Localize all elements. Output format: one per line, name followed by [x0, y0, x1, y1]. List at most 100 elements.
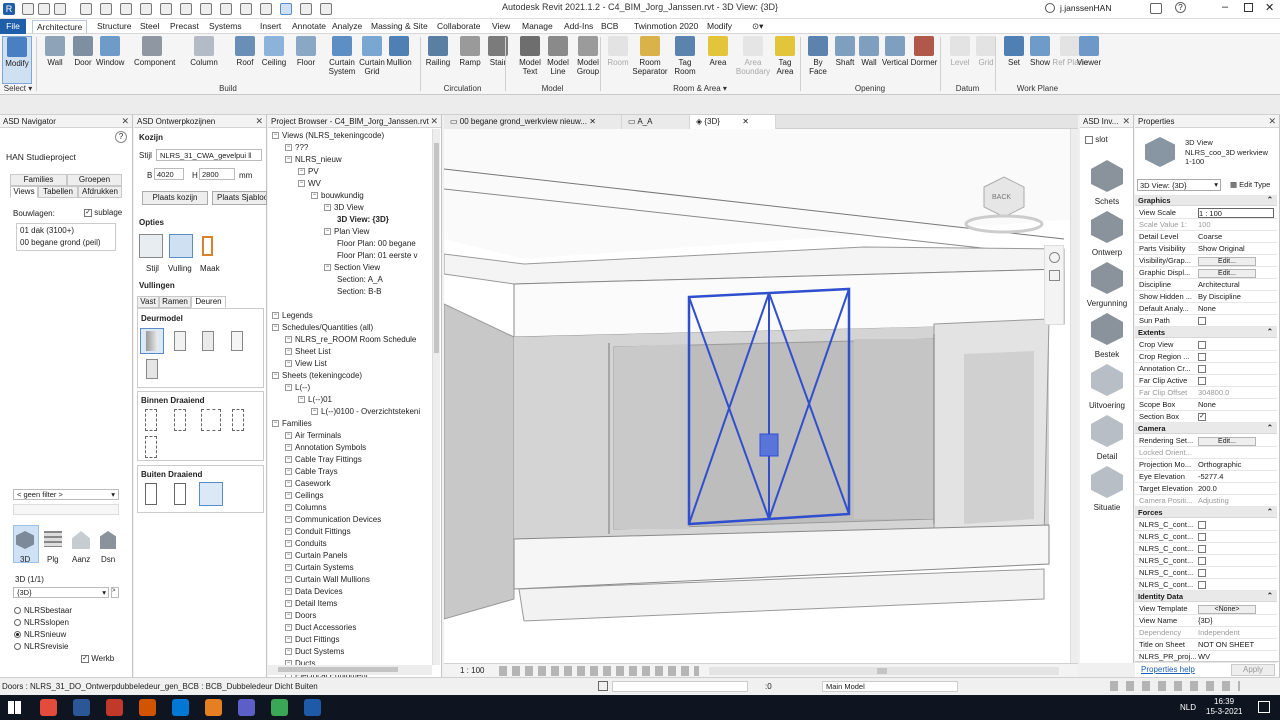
expand-icon[interactable]: −	[285, 468, 292, 476]
menu-architecture[interactable]: Architecture	[32, 20, 88, 33]
help-icon[interactable]: ?	[1175, 2, 1186, 13]
browser-node[interactable]: − L(--)0100 - Overzichtstekeni	[311, 407, 420, 416]
ribbon-viewer-button[interactable]: Viewer	[1075, 36, 1103, 82]
menu-view[interactable]: View	[488, 20, 514, 32]
zoom-icon[interactable]	[1049, 270, 1060, 281]
expand-icon[interactable]: −	[285, 480, 292, 488]
prop-checkbox[interactable]	[1198, 545, 1206, 554]
prop-value[interactable]: 304800.0	[1198, 388, 1274, 397]
ribbon-area-boundary-button[interactable]: Area Boundary	[735, 36, 771, 82]
expand-icon[interactable]: −	[298, 396, 305, 404]
bestek-icon[interactable]	[1091, 313, 1123, 345]
browser-node[interactable]: − Duct Systems	[285, 647, 344, 656]
expand-icon[interactable]: −	[285, 624, 292, 632]
prop-section-header[interactable]: Graphics ⌃	[1135, 195, 1277, 206]
browser-node[interactable]: − NLRS_re_ROOM Room Schedule	[285, 335, 416, 344]
browser-node[interactable]: − Duct Fittings	[285, 635, 339, 644]
section-icon[interactable]	[260, 3, 272, 15]
browser-node[interactable]: −3D View	[324, 203, 364, 212]
expand-icon[interactable]: −	[285, 648, 292, 656]
swing-option-selected[interactable]	[199, 482, 223, 506]
expand-icon[interactable]: −	[272, 372, 279, 380]
browser-node[interactable]: − Communication Devices	[285, 515, 381, 524]
inv-phase-label[interactable]: Situatie	[1080, 503, 1134, 512]
ribbon-panel-label[interactable]: Select ▾	[0, 84, 36, 93]
scroll-thumb[interactable]	[434, 143, 439, 353]
detail-icon[interactable]	[1091, 415, 1123, 447]
notifications-icon[interactable]	[1258, 701, 1270, 713]
cart-icon[interactable]	[1150, 3, 1162, 14]
tab-deuren[interactable]: Deuren	[191, 296, 226, 308]
ribbon-set-button[interactable]: Set	[1000, 36, 1028, 82]
uitvoering-icon[interactable]	[1091, 364, 1123, 396]
prop-value[interactable]: {3D}	[1198, 616, 1274, 625]
ribbon-panel-label[interactable]: Datum	[940, 84, 995, 93]
prop-value[interactable]: 100	[1198, 220, 1274, 229]
browser-node[interactable]: − Schedules/Quantities (all)	[272, 323, 373, 332]
prop-value[interactable]: -5277.4	[1198, 472, 1274, 481]
ribbon-panel-label[interactable]: Opening	[800, 84, 940, 93]
prop-value[interactable]: None	[1198, 304, 1274, 313]
taskbar-app-icon[interactable]	[172, 699, 189, 716]
levels-list[interactable]: 01 dak (3100+) 00 begane grond (peil)	[16, 223, 116, 251]
prop-value[interactable]	[1198, 556, 1274, 566]
ribbon-window-button[interactable]: Window	[96, 36, 124, 82]
section-icon[interactable]	[100, 531, 116, 549]
werkb-checkbox[interactable]: ✓ Werkb	[81, 654, 114, 663]
view-3d[interactable]: ▭ 00 begane grond_werkview nieuw... ✕ ▭ …	[444, 115, 1078, 663]
door-model-5[interactable]	[146, 359, 158, 379]
prop-value[interactable]: Show Original	[1198, 244, 1274, 253]
close-icon[interactable]: ✕	[430, 116, 438, 127]
menu-add-ins[interactable]: Add-Ins	[560, 20, 597, 32]
tab-vast[interactable]: Vast	[137, 296, 159, 308]
view-select[interactable]: {3D} ▾	[13, 587, 109, 598]
taskbar-app-icon[interactable]	[271, 699, 288, 716]
context-menu-icon[interactable]: ⊙▾	[748, 20, 767, 33]
open-icon[interactable]	[22, 3, 34, 15]
elevation-icon[interactable]	[72, 531, 90, 549]
filter-input[interactable]	[13, 504, 119, 515]
ribbon-panel-label[interactable]: Circulation	[420, 84, 505, 93]
browser-node[interactable]: − Families	[272, 419, 312, 428]
clock-time[interactable]: 16:39	[1214, 697, 1234, 706]
situatie-icon[interactable]	[1091, 466, 1123, 498]
plan-icon[interactable]	[44, 531, 62, 547]
prop-checkbox[interactable]: ✓	[1198, 413, 1206, 422]
browser-node[interactable]: 3D View: {3D}	[337, 215, 389, 224]
expand-icon[interactable]: −	[324, 204, 331, 212]
tab-groepen[interactable]: Groepen	[67, 174, 122, 186]
doc-tab[interactable]: ▭ 00 begane grond_werkview nieuw... ✕	[444, 115, 622, 129]
browser-node[interactable]: − PV	[298, 167, 319, 176]
height-input[interactable]: 2800	[199, 168, 235, 180]
3d-icon[interactable]	[240, 3, 252, 15]
prop-value[interactable]	[1198, 316, 1274, 326]
expand-icon[interactable]: −	[285, 564, 292, 572]
expand-icon[interactable]: −	[285, 156, 292, 164]
prop-section-header[interactable]: Extents ⌃	[1135, 327, 1277, 338]
design-option-select[interactable]: Main Model	[822, 681, 958, 692]
menu-twinmotion-2020[interactable]: Twinmotion 2020	[630, 20, 702, 32]
prop-checkbox[interactable]	[1198, 533, 1206, 542]
browser-node[interactable]: Floor Plan: 00 begane	[337, 239, 416, 248]
slot-checkbox[interactable]: slot	[1085, 135, 1108, 144]
browser-node[interactable]: − Ceilings	[285, 491, 323, 500]
prop-value[interactable]: Independent	[1198, 628, 1274, 637]
print-icon[interactable]	[80, 3, 92, 15]
collapse-icon[interactable]: ⌃	[1267, 195, 1273, 204]
swing-option[interactable]	[145, 409, 157, 431]
collapse-icon[interactable]: ⌃	[1267, 591, 1273, 600]
browser-node[interactable]: − Curtain Panels	[285, 551, 347, 560]
expand-icon[interactable]: −	[272, 132, 279, 140]
expand-icon[interactable]: −	[285, 600, 292, 608]
ontwerp-icon[interactable]	[1091, 211, 1123, 243]
prop-section-header[interactable]: Forces ⌃	[1135, 507, 1277, 518]
scroll-thumb[interactable]	[877, 668, 887, 674]
edit-type-button[interactable]: ▦ Edit Type	[1230, 180, 1270, 189]
browser-node[interactable]: − Views (NLRS_tekeningcode)	[272, 131, 384, 140]
doc-tab[interactable]: ▭ A_A	[622, 115, 690, 129]
navigation-bar[interactable]	[1044, 245, 1064, 325]
ribbon-railing-button[interactable]: Railing	[424, 36, 452, 82]
taskbar-app-icon[interactable]	[139, 699, 156, 716]
close-icon[interactable]: ✕	[1122, 116, 1130, 127]
browser-node[interactable]: − Cable Tray Fittings	[285, 455, 362, 464]
